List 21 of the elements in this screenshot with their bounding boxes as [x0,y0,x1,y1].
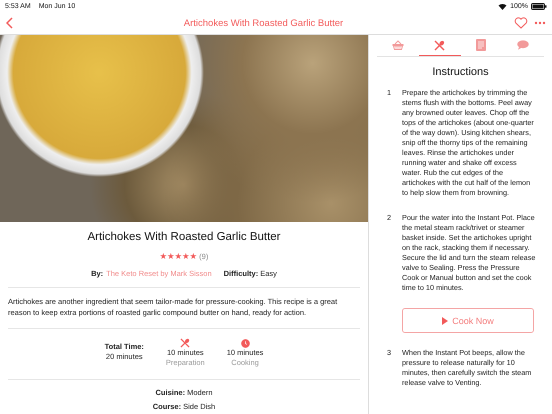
star-icon: ★ [160,251,168,261]
wifi-icon [498,2,508,10]
utensils-icon [180,338,190,348]
nav-title: Artichokes With Roasted Garlic Butter [182,18,344,28]
heart-button[interactable] [514,17,528,29]
speech-bubble-icon [517,40,530,50]
recipe-title: Artichokes With Roasted Garlic Butter [86,231,282,243]
more-button[interactable] [534,21,546,25]
utensils-icon [434,40,446,50]
star-icon: ★ [174,251,182,261]
back-button[interactable] [6,17,13,29]
star-icon: ★ [190,251,198,261]
star-icon: ★ [182,251,190,261]
section-title: Instructions [431,66,490,78]
document-icon [476,39,486,51]
cook-now-button[interactable]: Cook Now [402,308,534,333]
timer-icon [240,338,250,348]
basket-icon [392,40,404,50]
battery-icon [531,2,547,10]
star-icon: ★ [167,251,175,261]
play-icon [442,316,448,324]
